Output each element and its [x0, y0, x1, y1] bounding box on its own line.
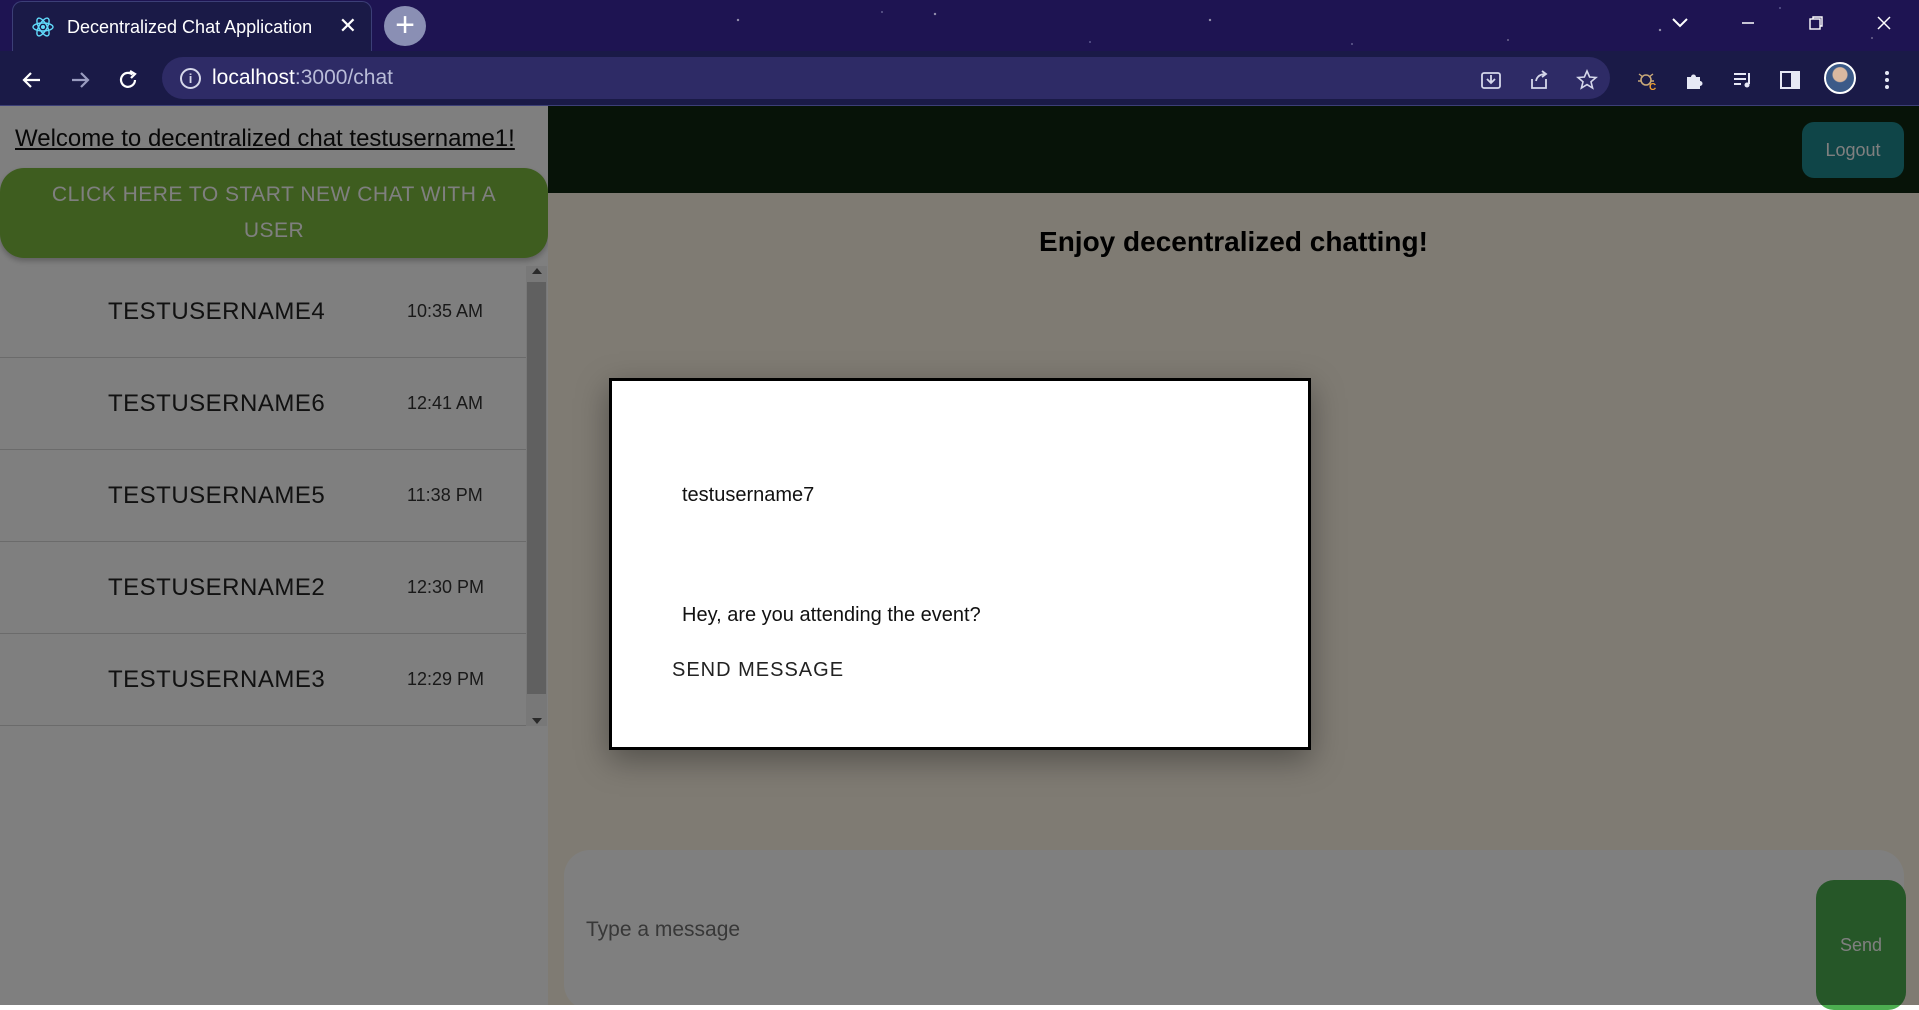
new-chat-modal: SEND MESSAGE [609, 378, 1311, 750]
side-panel-icon[interactable] [1773, 62, 1807, 96]
profile-avatar[interactable] [1824, 62, 1856, 94]
browser-toolbar: i localhost:3000/chat C [0, 51, 1919, 106]
minimize-icon[interactable] [1714, 0, 1782, 44]
url-text[interactable]: localhost:3000/chat [212, 66, 393, 90]
back-icon[interactable] [14, 61, 50, 97]
tab-close-icon[interactable]: ✕ [339, 12, 357, 40]
browser-tab[interactable]: Decentralized Chat Application ✕ [12, 1, 372, 51]
recipient-username-input[interactable] [682, 478, 1242, 512]
tab-title: Decentralized Chat Application [67, 17, 313, 37]
bookmark-star-icon[interactable] [1572, 64, 1602, 94]
close-window-icon[interactable] [1850, 0, 1918, 44]
extensions-puzzle-icon[interactable] [1678, 62, 1712, 96]
extension-bug-icon[interactable]: C [1630, 62, 1664, 96]
svg-text:C: C [1649, 82, 1656, 92]
send-message-button[interactable]: SEND MESSAGE [672, 659, 844, 682]
forward-icon[interactable] [62, 61, 98, 97]
share-icon[interactable] [1524, 64, 1554, 94]
install-app-icon[interactable] [1476, 64, 1506, 94]
tab-search-chevron-icon[interactable] [1646, 0, 1714, 44]
new-tab-button[interactable]: + [384, 6, 426, 46]
browser-tab-strip: Decentralized Chat Application ✕ + [0, 0, 1919, 51]
media-queue-icon[interactable] [1726, 62, 1760, 96]
site-info-icon[interactable]: i [180, 68, 201, 89]
address-bar[interactable]: i localhost:3000/chat [162, 57, 1610, 99]
first-message-input[interactable] [682, 598, 1242, 632]
kebab-menu-icon[interactable] [1870, 62, 1904, 96]
react-icon [31, 15, 55, 39]
reload-icon[interactable] [110, 61, 146, 97]
restore-icon[interactable] [1782, 0, 1850, 44]
